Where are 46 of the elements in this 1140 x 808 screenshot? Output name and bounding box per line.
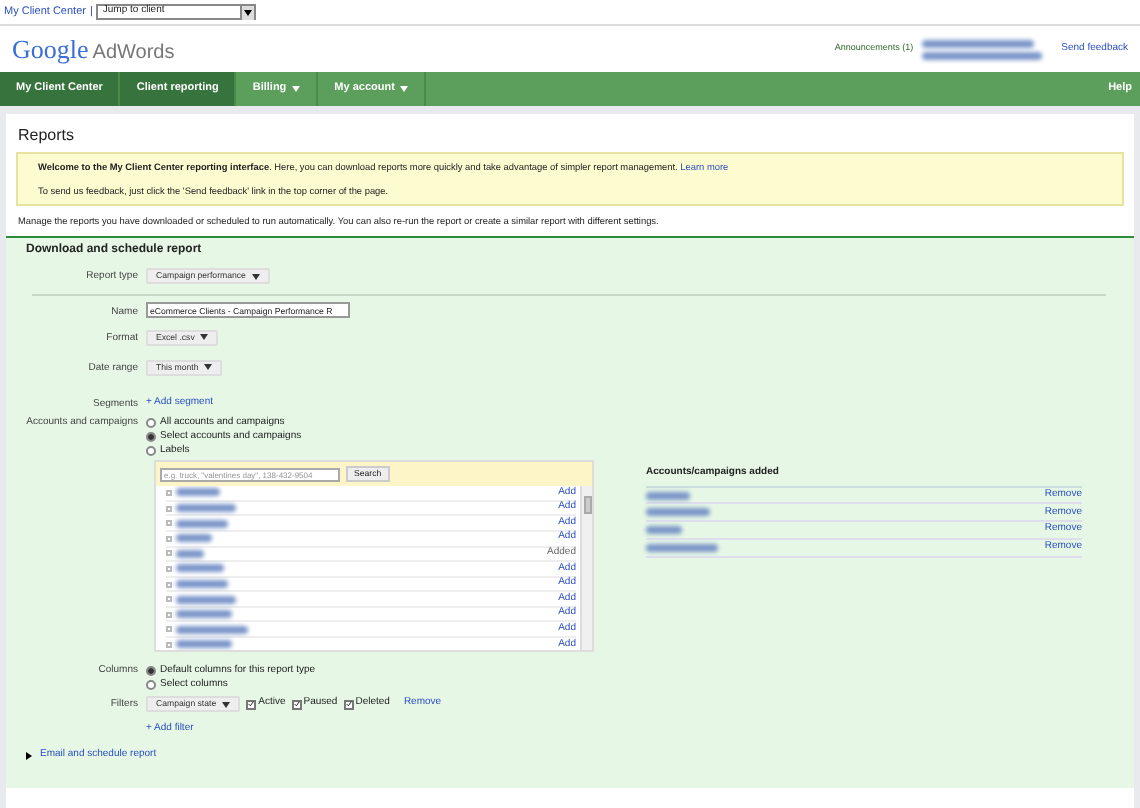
checkbox[interactable] (343, 699, 354, 710)
radio-button[interactable] (146, 446, 156, 457)
caret-icon (204, 364, 213, 371)
redacted-text (646, 526, 682, 535)
checkbox[interactable] (246, 699, 257, 710)
redacted-text (176, 625, 248, 634)
redacted-text (176, 549, 204, 558)
expand-icon[interactable] (166, 550, 172, 557)
redacted-text (176, 564, 224, 573)
radio-button[interactable] (146, 680, 156, 691)
expand-icon[interactable] (166, 626, 172, 633)
redacted-text (176, 580, 228, 588)
radio-button[interactable] (146, 666, 156, 677)
redacted-text (646, 508, 710, 517)
expand-icon[interactable] (166, 489, 172, 496)
expand-icon[interactable] (166, 520, 172, 527)
redacted-text (176, 610, 232, 619)
caret-icon (200, 334, 209, 341)
expand-icon[interactable] (166, 596, 172, 603)
redacted-text (176, 488, 220, 497)
redacted-text (176, 595, 236, 604)
product-name: AdWords (92, 39, 175, 68)
expand-icon[interactable] (166, 535, 172, 542)
dropdown-icon (240, 5, 255, 19)
radio-button[interactable] (146, 418, 156, 429)
redacted-text (921, 39, 1034, 47)
checkbox[interactable] (291, 699, 302, 710)
expand-icon[interactable] (166, 611, 172, 618)
expand-icon[interactable] (166, 565, 172, 572)
redacted-text (646, 491, 690, 500)
redacted-text (176, 504, 236, 513)
scrollbar[interactable] (580, 486, 592, 651)
expand-arrow-icon[interactable] (26, 751, 32, 760)
redacted-text (176, 534, 212, 543)
redacted-text (176, 519, 228, 528)
page-title: Reports (16, 124, 77, 148)
radio-button[interactable] (146, 432, 156, 443)
redacted-text (176, 640, 232, 649)
caret-icon (251, 273, 260, 280)
expand-icon[interactable] (166, 505, 172, 512)
google-logo: Google (12, 31, 89, 68)
expand-icon[interactable] (166, 641, 172, 648)
caret-icon (222, 701, 231, 708)
expand-icon[interactable] (166, 581, 172, 587)
redacted-text (646, 543, 718, 552)
redacted-text (921, 51, 1042, 59)
